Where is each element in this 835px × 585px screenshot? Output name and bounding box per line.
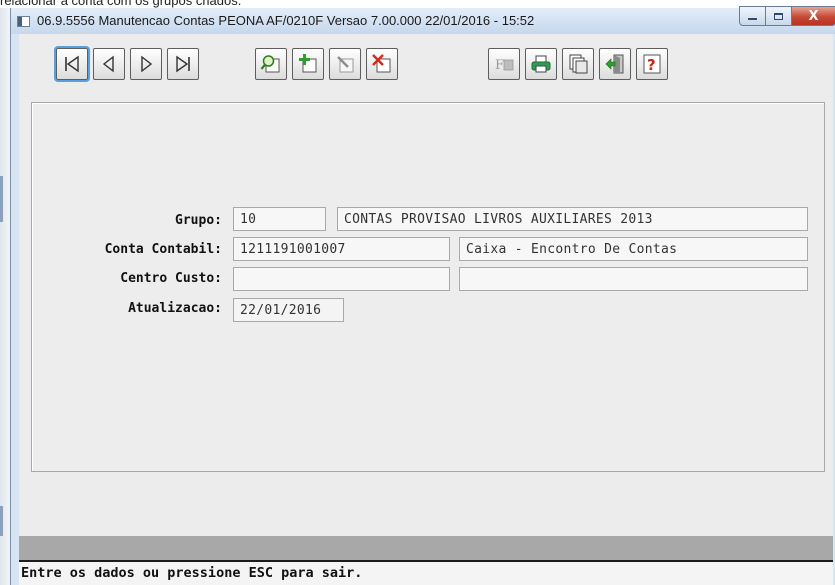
last-record-button[interactable] — [167, 48, 199, 80]
client-area: F ? Grupo: 10 CONTAS PROVISAO LIVROS AUX… — [19, 34, 833, 585]
svg-text:?: ? — [647, 56, 656, 74]
application-window: 06.9.5556 Manutencao Contas PEONA AF/021… — [10, 6, 835, 585]
top-caption: relacionar a conta com os grupos criados… — [0, 0, 242, 8]
help-button[interactable]: ? — [636, 48, 668, 80]
toolbar: F ? — [19, 34, 833, 94]
add-record-button[interactable] — [292, 48, 324, 80]
conta-contabil-description-field: Caixa - Encontro De Contas — [459, 237, 808, 261]
title-bar[interactable]: 06.9.5556 Manutencao Contas PEONA AF/021… — [11, 6, 835, 34]
grupo-code-field[interactable]: 10 — [233, 207, 326, 231]
maximize-icon — [774, 12, 783, 20]
next-record-icon — [141, 55, 153, 73]
exit-icon — [605, 54, 624, 74]
copy-button[interactable] — [562, 48, 594, 80]
edit-record-icon — [337, 56, 354, 73]
grupo-label: Grupo: — [175, 213, 222, 228]
conta-contabil-label: Conta Contabil: — [104, 242, 222, 257]
delete-record-icon — [372, 54, 391, 73]
window-controls: X — [739, 6, 835, 28]
maximize-button[interactable] — [766, 6, 792, 26]
centro-custo-label: Centro Custo: — [120, 271, 222, 286]
edit-record-button[interactable] — [329, 48, 361, 80]
search-button[interactable] — [255, 48, 287, 80]
help-icon: ? — [643, 54, 661, 74]
print-icon — [531, 55, 551, 73]
status-message: Entre os dados ou pressione ESC para sai… — [21, 565, 363, 581]
form-panel: Grupo: 10 CONTAS PROVISAO LIVROS AUXILIA… — [31, 102, 825, 472]
filter-button[interactable]: F — [488, 48, 520, 80]
first-record-button[interactable] — [56, 48, 88, 80]
previous-record-icon — [102, 55, 114, 73]
first-record-icon — [65, 55, 79, 73]
add-record-icon — [299, 54, 317, 73]
app-icon — [17, 16, 30, 27]
copy-icon — [569, 54, 588, 74]
delete-record-button[interactable] — [366, 48, 398, 80]
last-record-icon — [176, 55, 190, 73]
centro-custo-code-field[interactable] — [233, 267, 450, 291]
exit-button[interactable] — [599, 48, 631, 80]
svg-text:F: F — [495, 58, 504, 73]
close-button[interactable]: X — [792, 6, 835, 26]
minimize-button[interactable] — [739, 6, 766, 26]
filter-icon: F — [495, 58, 514, 73]
background-window-edge — [0, 8, 10, 585]
status-bar: Entre os dados ou pressione ESC para sai… — [19, 560, 833, 585]
centro-custo-description-field — [459, 267, 808, 291]
grupo-description-field: CONTAS PROVISAO LIVROS AUXILIARES 2013 — [337, 207, 808, 231]
print-button[interactable] — [525, 48, 557, 80]
atualizacao-label: Atualizacao: — [128, 301, 222, 316]
conta-contabil-code-field[interactable]: 1211191001007 — [233, 237, 450, 261]
message-band — [19, 536, 833, 560]
search-icon — [260, 55, 280, 73]
previous-record-button[interactable] — [93, 48, 125, 80]
minimize-icon — [748, 18, 757, 20]
close-icon: X — [808, 8, 819, 24]
window-title: 06.9.5556 Manutencao Contas PEONA AF/021… — [37, 13, 535, 28]
next-record-button[interactable] — [130, 48, 162, 80]
atualizacao-date-field: 22/01/2016 — [233, 298, 344, 322]
